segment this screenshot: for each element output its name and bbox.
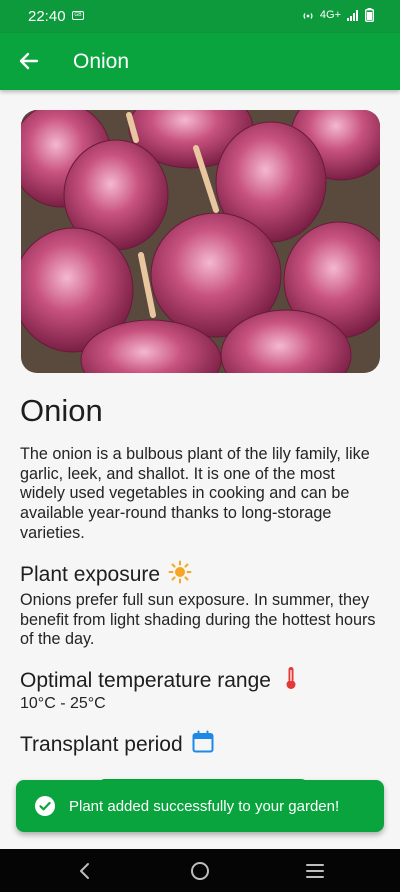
arrow-left-icon [19, 52, 39, 70]
thermometer-icon [279, 665, 303, 697]
exposure-title: Plant exposure [20, 563, 161, 586]
exposure-text: Onions prefer full sun exposure. In summ… [20, 591, 376, 649]
nav-home-icon [191, 862, 209, 880]
nav-menu-icon [306, 864, 324, 878]
hotspot-icon [303, 13, 313, 19]
transplant-title: Transplant period [20, 733, 183, 756]
nav-back-button[interactable] [73, 859, 97, 883]
status-time: 22:40 [28, 8, 66, 25]
transplant-section-title: Transplant period [20, 730, 215, 760]
status-bar: 22:40 GB 4G+ [0, 0, 400, 33]
snackbar-message: Plant added successfully to your garden! [69, 798, 340, 815]
app-bar: Onion [0, 33, 400, 90]
status-chip-icon: GB [72, 11, 84, 20]
back-button[interactable] [15, 47, 43, 75]
check-circle-icon [34, 795, 56, 822]
signal-icon [347, 9, 358, 21]
success-snackbar: Plant added successfully to your garden! [16, 780, 384, 832]
plant-image [21, 110, 380, 373]
temperature-section-title: Optimal temperature range [20, 665, 303, 697]
plant-description: The onion is a bulbous plant of the lily… [20, 445, 370, 542]
nav-back-icon [80, 863, 89, 879]
exposure-section-title: Plant exposure [20, 560, 192, 590]
calendar-icon [191, 730, 215, 760]
nav-home-button[interactable] [188, 859, 212, 883]
battery-icon [365, 8, 374, 22]
system-nav-bar [0, 849, 400, 892]
app-title: Onion [73, 50, 130, 73]
plant-details: Onion The onion is a bulbous plant of th… [20, 393, 380, 756]
temperature-range: 10°C - 25°C [20, 695, 106, 712]
nav-menu-button[interactable] [303, 859, 327, 883]
temperature-title: Optimal temperature range [20, 669, 271, 692]
network-type: 4G+ [319, 9, 341, 21]
plant-name: Onion [20, 393, 103, 428]
sun-icon [168, 560, 192, 590]
status-indicators: 4G+ [302, 8, 374, 22]
